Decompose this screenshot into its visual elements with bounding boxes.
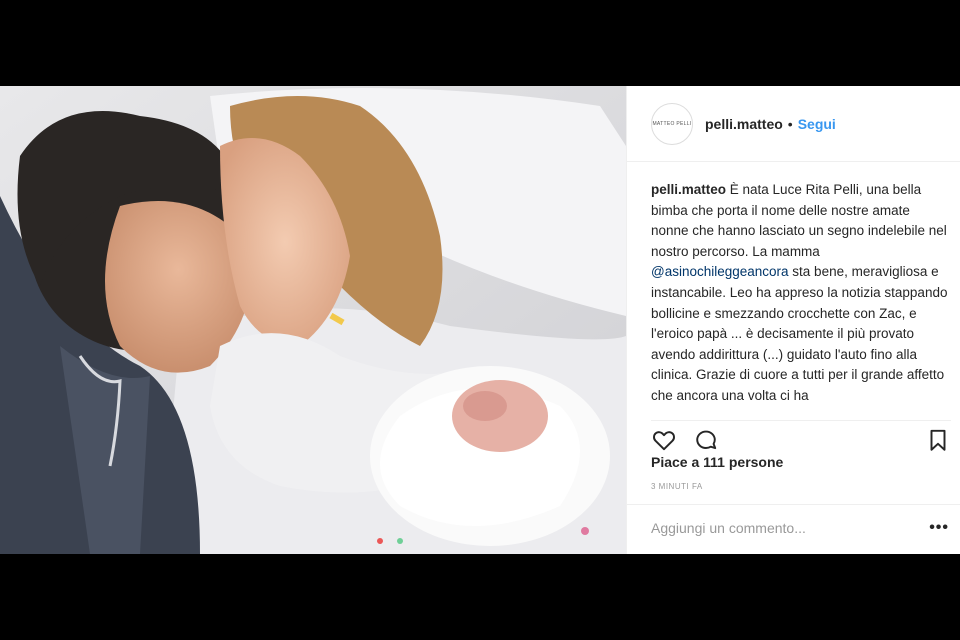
heart-icon[interactable] xyxy=(651,427,677,453)
follow-button[interactable]: Segui xyxy=(798,116,836,132)
comment-bar: ••• xyxy=(627,504,960,554)
photo-illustration xyxy=(0,86,626,554)
bookmark-icon[interactable] xyxy=(925,427,951,453)
post-modal: MATTEO PELLI pelli.matteo • Segui pelli.… xyxy=(0,86,960,554)
post-photo[interactable] xyxy=(0,86,626,554)
caption-username[interactable]: pelli.matteo xyxy=(651,182,726,197)
header-separator: • xyxy=(787,115,793,132)
post-caption: pelli.matteo È nata Luce Rita Pelli, una… xyxy=(651,180,951,410)
comment-icon[interactable] xyxy=(693,427,719,453)
post-timestamp: 3 MINUTI FA xyxy=(651,482,703,491)
post-header: MATTEO PELLI pelli.matteo • Segui xyxy=(627,86,960,162)
likes-count[interactable]: Piace a 111 persone xyxy=(651,454,783,470)
post-side-panel: MATTEO PELLI pelli.matteo • Segui pelli.… xyxy=(626,86,960,554)
action-bar xyxy=(651,420,951,451)
comment-input[interactable] xyxy=(651,517,911,539)
caption-mention[interactable]: @asinochileggeancora xyxy=(651,264,789,279)
caption-text-part2: sta bene, meravigliosa e instancabile. L… xyxy=(651,264,948,403)
more-options-icon[interactable]: ••• xyxy=(929,519,949,537)
header-username[interactable]: pelli.matteo xyxy=(705,116,783,132)
avatar-text: MATTEO PELLI xyxy=(652,120,692,127)
avatar[interactable]: MATTEO PELLI xyxy=(651,102,693,145)
